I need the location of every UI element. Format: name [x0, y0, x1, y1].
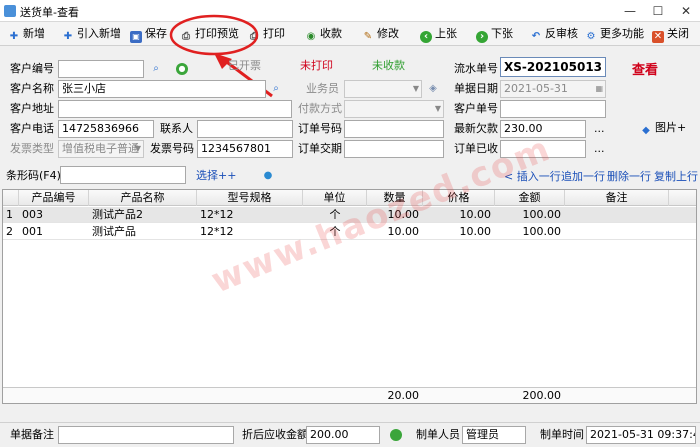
amount-cell[interactable]: 100.00 [495, 224, 565, 240]
print-status: 未打印 [300, 59, 333, 72]
invoice-status: 已开票 [228, 59, 261, 72]
grid-summary-row: 20.00 200.00 [3, 387, 696, 403]
calendar-icon: ▦ [595, 84, 603, 93]
chevron-down-icon: ▼ [434, 104, 441, 113]
row-index-header [3, 190, 19, 206]
customer-address-input[interactable] [58, 100, 292, 118]
spec-cell[interactable]: 12*12 [197, 207, 303, 223]
image-button[interactable]: ◆ 图片+ [640, 119, 686, 137]
chevron-down-icon: ▼ [412, 84, 419, 93]
latest-debt-more-button[interactable]: ... [594, 122, 605, 136]
doc-date-picker[interactable]: 2021-05-31 ▦ [500, 80, 606, 98]
contact-label: 联系人 [160, 122, 193, 135]
order-code-label: 订单号码 [298, 122, 342, 135]
customer-phone-input[interactable]: 14725836966 [58, 120, 154, 138]
image-icon: ◆ [642, 125, 650, 136]
row-index: 2 [6, 225, 13, 238]
contact-input[interactable] [197, 120, 293, 138]
clear-icon[interactable]: ◈ [427, 83, 439, 95]
grid-header: 产品编号 产品名称 型号规格 单位 数量 价格 金额 备注 [3, 190, 696, 206]
invoice-no-input[interactable]: 1234567801 [197, 140, 293, 158]
row-index: 1 [6, 208, 13, 221]
serial-label: 流水单号 [454, 62, 498, 75]
order-delivery-label: 订单交期 [298, 142, 342, 155]
product-code-cell[interactable]: 003 [19, 207, 89, 223]
append-row-link[interactable]: 追加一行 [561, 170, 605, 184]
customer-name-input[interactable]: 张三小店 [58, 80, 266, 98]
remark-cell[interactable] [565, 207, 669, 223]
highlight-circle [169, 14, 259, 56]
select-link[interactable]: 选择++ [196, 169, 236, 183]
invoice-type-select[interactable]: 增值税电子普通 ▼ [58, 140, 144, 158]
column-header[interactable]: 型号规格 [197, 190, 303, 206]
invoice-no-label: 发票号码 [150, 142, 194, 155]
customer-code-input[interactable] [58, 60, 144, 78]
view-mode-label: 查看 [632, 63, 659, 78]
price-cell[interactable]: 10.00 [423, 224, 495, 240]
invoice-type-label: 发票类型 [10, 142, 54, 155]
amount-cell[interactable]: 100.00 [495, 207, 565, 223]
column-header[interactable]: 金额 [495, 190, 565, 206]
order-code-input[interactable] [344, 120, 444, 138]
copy-row-link[interactable]: 复制上行 [654, 170, 698, 184]
globe-icon[interactable]: ● [262, 170, 274, 182]
maker-input[interactable]: 管理员 [462, 426, 526, 444]
customer-phone-label: 客户电话 [10, 122, 54, 135]
column-header[interactable]: 产品编号 [19, 190, 89, 206]
serial-input[interactable]: XS-202105013 [500, 57, 606, 77]
column-header[interactable]: 产品名称 [89, 190, 197, 206]
remark-label: 单据备注 [10, 428, 54, 441]
refresh-icon[interactable]: ● [176, 63, 188, 75]
product-code-cell[interactable]: 001 [19, 224, 89, 240]
discount-input[interactable]: 200.00 [306, 426, 380, 444]
status-dot-icon [390, 429, 402, 441]
order-received-more-button[interactable]: ... [594, 142, 605, 156]
total-qty: 20.00 [387, 389, 420, 402]
remark-cell[interactable] [565, 224, 669, 240]
payment-method-select[interactable]: ▼ [344, 100, 444, 118]
customer-code-label: 客户编号 [10, 62, 54, 75]
time-input[interactable]: 2021-05-31 09:37:47 [586, 426, 696, 444]
total-amount: 200.00 [522, 389, 562, 402]
payment-method-label: 付款方式 [298, 102, 342, 115]
barcode-label: 条形码(F4) [6, 169, 61, 182]
customer-order-input[interactable] [500, 100, 606, 118]
time-label: 制单时间 [540, 428, 584, 441]
customer-name-label: 客户名称 [10, 82, 54, 95]
salesman-select[interactable]: ▼ [344, 80, 422, 98]
maker-label: 制单人员 [416, 428, 460, 441]
product-name-cell[interactable]: 测试产品 [89, 224, 197, 240]
latest-debt-label: 最新欠款 [454, 122, 498, 135]
doc-date-label: 单据日期 [454, 82, 498, 95]
customer-order-label: 客户单号 [454, 102, 498, 115]
customer-address-label: 客户地址 [10, 102, 54, 115]
chevron-down-icon: ▼ [134, 144, 141, 153]
delete-row-link[interactable]: 删除一行 [607, 170, 651, 184]
order-delivery-input[interactable] [344, 140, 444, 158]
discount-label: 折后应收金额 [242, 428, 308, 441]
salesman-label: 业务员 [306, 82, 339, 95]
search-icon[interactable]: ⌕ [150, 63, 162, 75]
payment-status: 未收款 [372, 59, 405, 72]
footer-bar: 单据备注 折后应收金额 200.00 制单人员 管理员 制单时间 2021-05… [0, 422, 700, 447]
barcode-input[interactable] [60, 166, 186, 184]
search-icon[interactable]: ⌕ [270, 83, 282, 95]
column-header[interactable]: 备注 [565, 190, 669, 206]
remark-input[interactable] [58, 426, 234, 444]
product-name-cell[interactable]: 测试产品2 [89, 207, 197, 223]
